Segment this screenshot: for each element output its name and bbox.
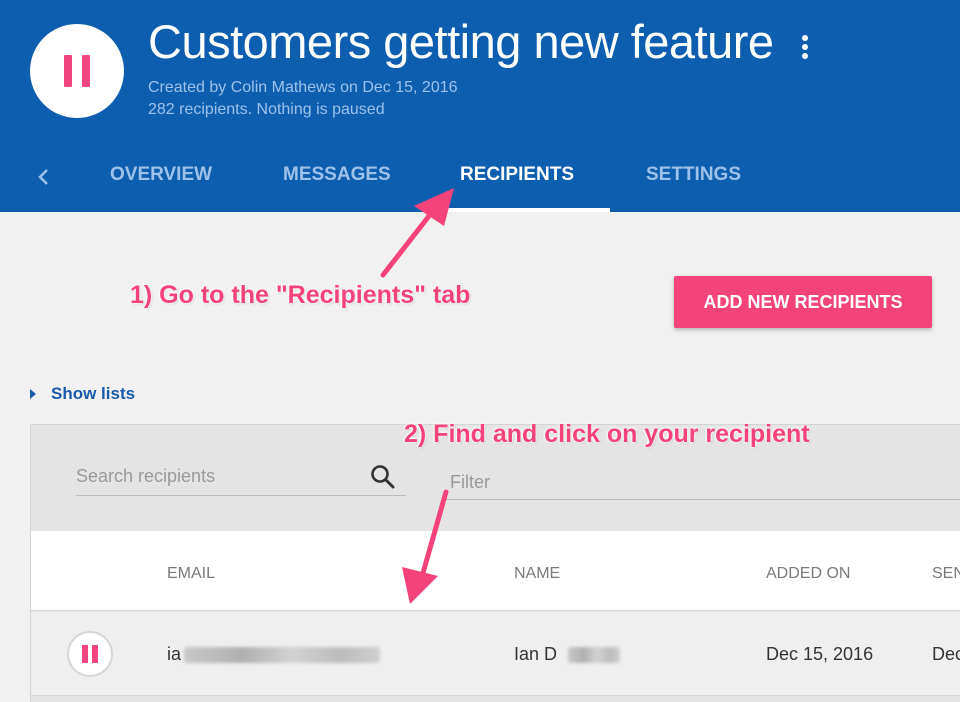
add-new-recipients-button[interactable]: ADD NEW RECIPIENTS xyxy=(674,276,932,328)
recipient-email: ia xyxy=(167,644,182,664)
recipient-sent: Dec xyxy=(932,644,960,664)
filter-input[interactable] xyxy=(450,468,950,496)
tab-overview[interactable]: OVERVIEW xyxy=(110,164,212,186)
chevron-left-icon[interactable] xyxy=(34,164,54,190)
filter-field xyxy=(446,464,960,500)
tab-settings[interactable]: SETTINGS xyxy=(646,164,741,186)
campaign-status-avatar[interactable] xyxy=(30,24,124,118)
redacted-name-block xyxy=(568,647,620,663)
show-lists-label: Show lists xyxy=(51,384,136,403)
recipient-name: Ian D xyxy=(514,644,558,664)
created-by-text: Created by Colin Mathews on Dec 15, 2016 xyxy=(148,79,458,96)
show-lists-toggle[interactable]: Show lists xyxy=(30,384,135,404)
search-field xyxy=(76,458,406,496)
active-tab-indicator xyxy=(424,208,610,212)
annotation-step-1: 1) Go to the "Recipients" tab xyxy=(130,281,471,309)
page-title: Customers getting new feature xyxy=(148,15,774,68)
more-vert-icon[interactable] xyxy=(797,32,813,62)
column-header-name[interactable]: NAME xyxy=(514,565,560,583)
recipient-status-text: 282 recipients. Nothing is paused xyxy=(148,101,385,118)
pause-icon xyxy=(64,55,90,87)
annotation-step-2: 2) Find and click on your recipient xyxy=(404,420,810,448)
tab-recipients[interactable]: RECIPIENTS xyxy=(460,164,574,186)
row-pause-icon[interactable] xyxy=(67,631,113,677)
column-header-email[interactable]: EMAIL xyxy=(167,565,215,583)
redacted-email-block xyxy=(184,647,380,663)
recipient-added-on: Dec 15, 2016 xyxy=(766,644,874,664)
column-header-added-on[interactable]: ADDED ON xyxy=(766,565,850,583)
caret-right-icon xyxy=(30,389,36,399)
search-icon[interactable] xyxy=(368,462,398,492)
column-header-sent[interactable]: SEN xyxy=(932,565,960,583)
tab-messages[interactable]: MESSAGES xyxy=(283,164,391,186)
search-input[interactable] xyxy=(76,460,356,492)
